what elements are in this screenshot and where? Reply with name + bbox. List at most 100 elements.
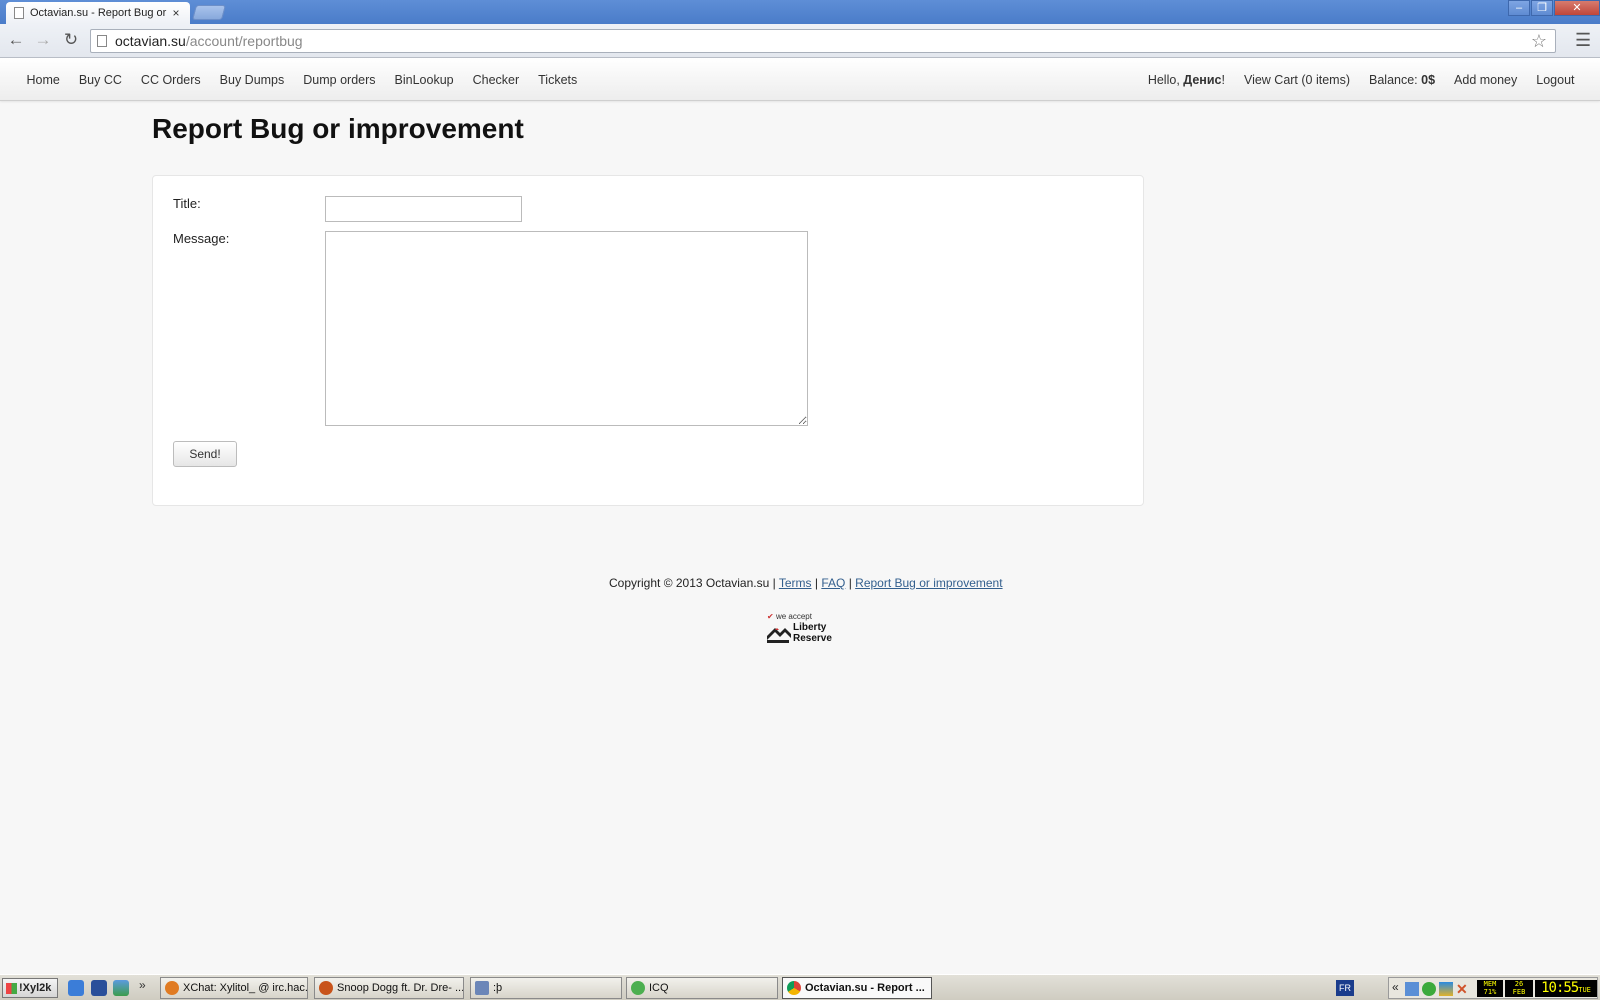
- faq-link[interactable]: FAQ: [821, 576, 845, 590]
- logout-link[interactable]: Logout: [1536, 73, 1574, 87]
- task-winamp[interactable]: Snoop Dogg ft. Dr. Dre- ...: [314, 977, 464, 999]
- close-button[interactable]: ✕: [1554, 0, 1600, 16]
- nav-buy-cc[interactable]: Buy CC: [79, 73, 122, 87]
- tray-x-icon[interactable]: ✕: [1456, 982, 1470, 996]
- clock-weekday: TUE: [1578, 986, 1591, 994]
- report-bug-link[interactable]: Report Bug or improvement: [855, 576, 1002, 590]
- view-cart-link[interactable]: View Cart (0 items): [1244, 73, 1350, 87]
- reload-icon[interactable]: ↻: [61, 30, 81, 50]
- task-label: Octavian.su - Report ...: [805, 982, 925, 994]
- tab-title: Octavian.su - Report Bug or: [30, 7, 167, 19]
- windows-flag-icon: [6, 983, 17, 994]
- tab-close-icon[interactable]: ×: [170, 6, 182, 20]
- tray-app-icon[interactable]: [1439, 982, 1453, 996]
- balance-label: Balance:: [1369, 72, 1422, 87]
- message-textarea[interactable]: [325, 231, 808, 426]
- page-icon: [97, 35, 107, 47]
- nav-cc-orders[interactable]: CC Orders: [141, 73, 201, 87]
- nav-buy-dumps[interactable]: Buy Dumps: [220, 73, 285, 87]
- mem-value: 71%: [1483, 988, 1497, 996]
- title-label: Title:: [173, 196, 201, 211]
- folder-icon: [475, 981, 489, 995]
- liberty-reserve-badge: ✔ we accept Liberty Reserve: [767, 612, 833, 646]
- greeting-prefix: Hello,: [1147, 72, 1184, 87]
- date-month: FEB: [1512, 988, 1526, 996]
- nav-checker[interactable]: Checker: [473, 73, 520, 87]
- xchat-icon: [165, 981, 179, 995]
- task-chrome[interactable]: Octavian.su - Report ...: [782, 977, 932, 999]
- address-bar[interactable]: octavian.su/account/reportbug ☆: [90, 29, 1556, 53]
- language-indicator[interactable]: FR: [1336, 980, 1354, 996]
- user-greeting: Hello, Денис!: [1148, 73, 1225, 87]
- nav-tickets[interactable]: Tickets: [538, 73, 577, 87]
- greeting-suffix: !: [1221, 72, 1225, 87]
- task-label: Snoop Dogg ft. Dr. Dre- ...: [337, 982, 464, 994]
- report-form: Title: Message: Send!: [152, 175, 1144, 506]
- date-day: 26: [1514, 980, 1524, 988]
- tray-expand-icon[interactable]: «: [1392, 980, 1399, 994]
- task-icq[interactable]: ICQ: [626, 977, 778, 999]
- balance: Balance: 0$: [1369, 73, 1435, 87]
- clock[interactable]: 10:55TUE: [1535, 980, 1597, 997]
- badge-brand-line2: Reserve: [793, 633, 832, 644]
- nav-binlookup[interactable]: BinLookup: [395, 73, 454, 87]
- memory-meter: MEM 71%: [1477, 980, 1503, 997]
- chart-app-icon[interactable]: [113, 980, 129, 996]
- badge-accept-text: ✔ we accept: [767, 612, 812, 621]
- add-money-link[interactable]: Add money: [1454, 73, 1517, 87]
- back-icon[interactable]: ←: [6, 30, 26, 50]
- url-path: /account/reportbug: [185, 33, 303, 49]
- bookmark-star-icon[interactable]: ☆: [1531, 30, 1547, 52]
- system-tray: « ✕ MEM 71% 26 FEB 10:55TUE: [1388, 977, 1598, 999]
- browser-titlebar: Octavian.su - Report Bug or × – ❐ ✕: [0, 0, 1600, 24]
- message-label: Message:: [173, 231, 230, 246]
- quicklaunch-more-icon[interactable]: »: [139, 978, 146, 992]
- taskbar: !Xyl2k » XChat: Xylitol_ @ irc.hac... Sn…: [0, 974, 1600, 1000]
- liberty-reserve-logo-icon: [767, 628, 791, 643]
- url-host: octavian.su: [115, 33, 186, 49]
- footer-separator: |: [814, 576, 818, 590]
- new-tab-button[interactable]: [191, 5, 227, 20]
- chrome-icon: [787, 981, 801, 995]
- nav-home[interactable]: Home: [27, 73, 60, 87]
- badge-brand-line1: Liberty: [793, 622, 827, 633]
- task-xchat[interactable]: XChat: Xylitol_ @ irc.hac...: [160, 977, 308, 999]
- ie-icon[interactable]: [68, 980, 84, 996]
- nav-left: Home Buy CC CC Orders Buy Dumps Dump ord…: [17, 58, 587, 101]
- site-navbar: Home Buy CC CC Orders Buy Dumps Dump ord…: [0, 58, 1600, 101]
- icq-icon: [631, 981, 645, 995]
- nav-right: Hello, Денис! View Cart (0 items) Balanc…: [1138, 58, 1584, 101]
- clock-time: 10:55: [1541, 980, 1579, 996]
- check-icon: ✔: [767, 612, 774, 621]
- page-title: Report Bug or improvement: [152, 113, 524, 144]
- badge-accept-label: we accept: [775, 612, 812, 621]
- nav-dump-orders[interactable]: Dump orders: [303, 73, 375, 87]
- mem-label: MEM: [1483, 980, 1497, 988]
- clover-icon[interactable]: [1422, 982, 1436, 996]
- start-button[interactable]: !Xyl2k: [2, 978, 58, 998]
- browser-toolbar: ← → ↻ octavian.su/account/reportbug ☆ ☰: [0, 24, 1600, 58]
- firefox-icon: [319, 981, 333, 995]
- balance-value: 0$: [1421, 72, 1436, 87]
- send-button[interactable]: Send!: [173, 441, 237, 467]
- date-display: 26 FEB: [1505, 980, 1533, 997]
- task-folder[interactable]: :þ: [470, 977, 622, 999]
- footer-separator: |: [848, 576, 852, 590]
- menu-icon[interactable]: ☰: [1575, 30, 1591, 51]
- start-label: !Xyl2k: [19, 982, 52, 994]
- tab-octavian[interactable]: Octavian.su - Report Bug or ×: [6, 2, 190, 24]
- task-label: :þ: [493, 982, 503, 994]
- app-icon[interactable]: [91, 980, 107, 996]
- terms-link[interactable]: Terms: [779, 576, 812, 590]
- footer-text: Copyright © 2013 Octavian.su | Terms | F…: [609, 576, 1003, 590]
- task-label: XChat: Xylitol_ @ irc.hac...: [183, 982, 308, 994]
- minimize-button[interactable]: –: [1508, 0, 1530, 16]
- maximize-button[interactable]: ❐: [1531, 0, 1553, 16]
- forward-icon[interactable]: →: [33, 30, 53, 50]
- page-icon: [14, 7, 24, 19]
- copyright: Copyright © 2013 Octavian.su |: [609, 576, 776, 590]
- title-input[interactable]: [325, 196, 522, 222]
- user-name: Денис: [1183, 72, 1222, 87]
- task-label: ICQ: [649, 982, 669, 994]
- network-icon[interactable]: [1405, 982, 1419, 996]
